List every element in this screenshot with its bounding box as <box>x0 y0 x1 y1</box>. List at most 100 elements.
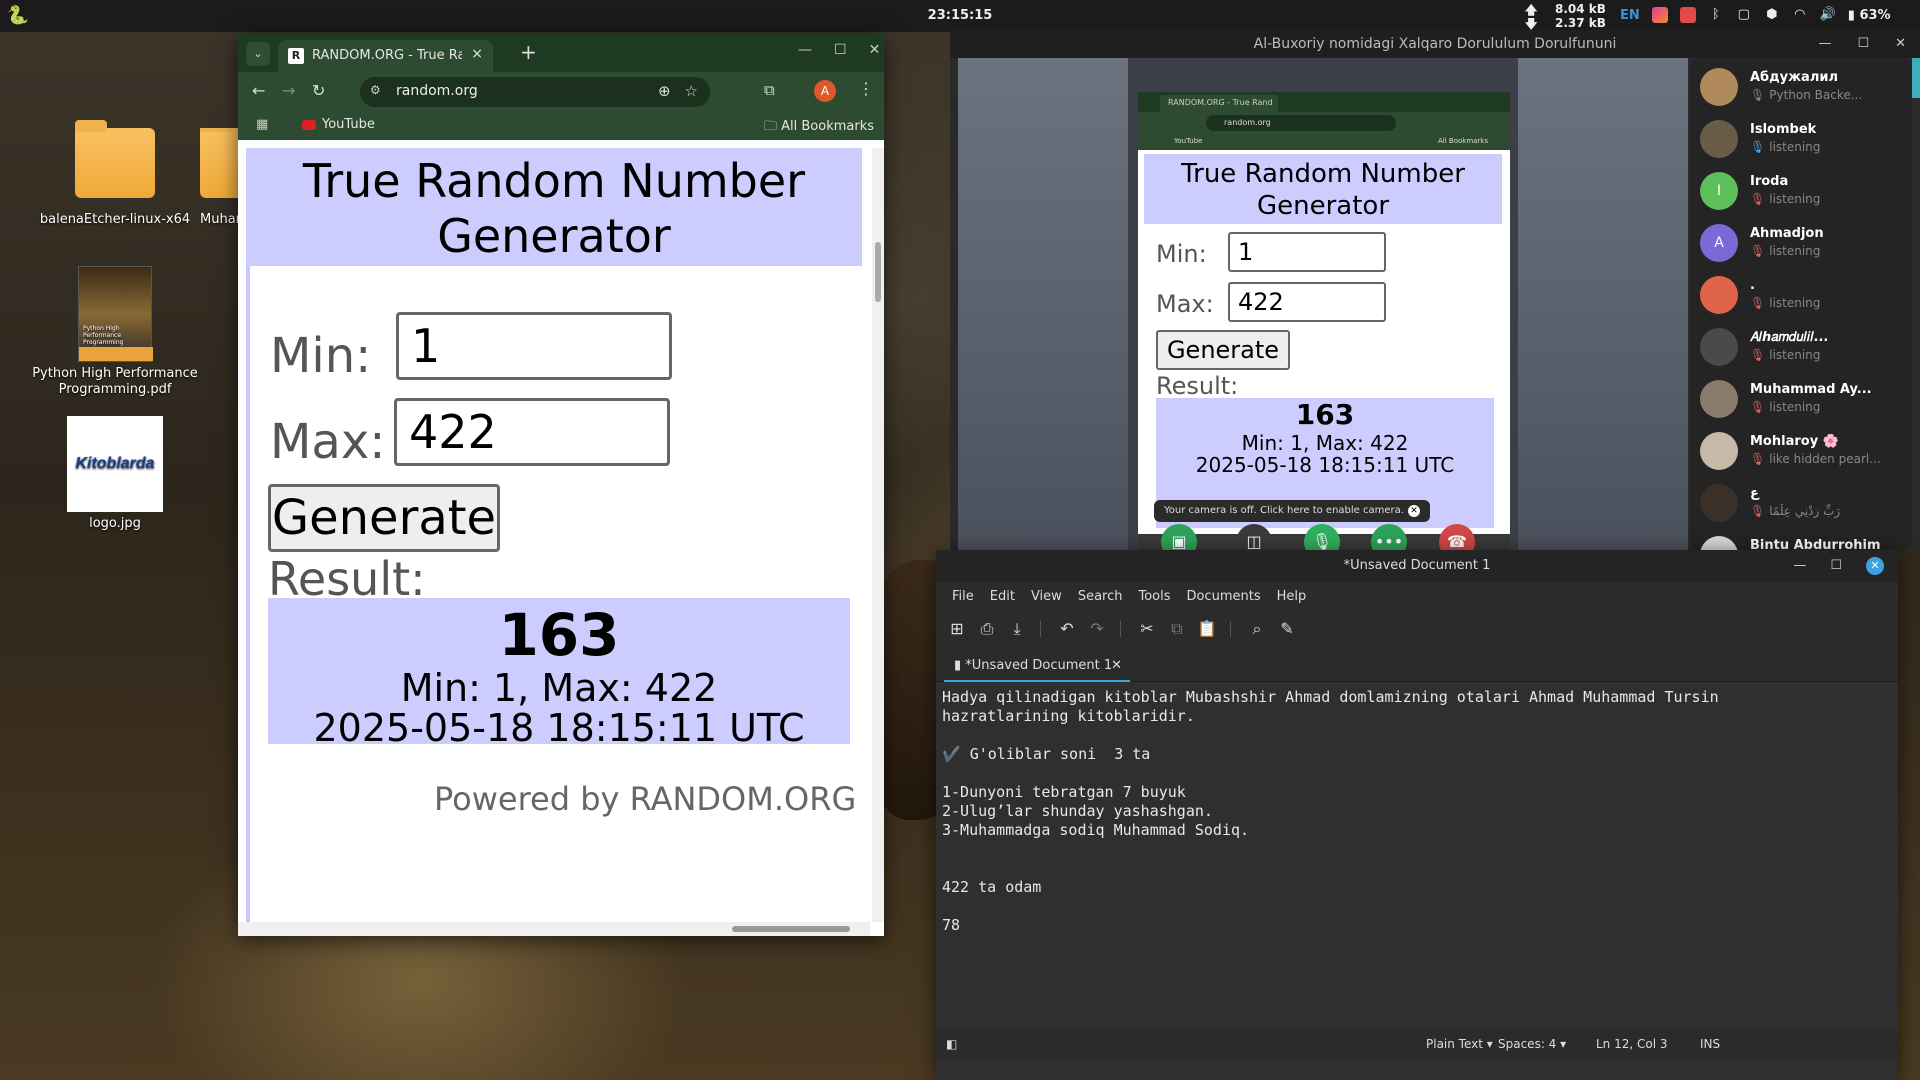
text-line <box>942 726 1898 745</box>
replace-icon[interactable]: ✎ <box>1276 619 1298 638</box>
volume-icon[interactable]: 🔊 <box>1820 7 1836 23</box>
mic-muted-icon: 🎙 <box>1750 296 1766 310</box>
horizontal-scrollbar[interactable] <box>238 922 870 936</box>
tab-random-org[interactable]: R RANDOM.ORG - True Random × <box>278 40 493 72</box>
reload-icon[interactable]: ↻ <box>312 81 325 100</box>
tab-unsaved-document[interactable]: ▮ *Unsaved Document 1 ✕ <box>944 652 1130 682</box>
menu-help[interactable]: Help <box>1269 582 1315 612</box>
app-tray-icon[interactable] <box>1651 7 1668 23</box>
desktop-item-logo[interactable]: Kitoblarda logo.jpg <box>30 416 200 531</box>
close-tab-icon[interactable]: × <box>471 46 483 62</box>
undo-icon[interactable]: ↶ <box>1056 619 1078 638</box>
participant-item[interactable]: Абдужалил 🎙 Python Backe... <box>1690 60 1912 112</box>
minimize-icon[interactable]: — <box>1793 550 1806 582</box>
menu-tools[interactable]: Tools <box>1130 582 1178 612</box>
participant-item[interactable]: 𝐴𝑙ℎ𝑎𝑚𝑑𝑢𝑙𝑖𝑙... 🎙 listening <box>1690 320 1912 372</box>
participant-item[interactable]: A Ahmadjon 🎙 listening <box>1690 216 1912 268</box>
cut-icon[interactable]: ✂ <box>1136 619 1158 638</box>
participant-name: Абдужалил <box>1750 70 1838 85</box>
desktop-item-pdf[interactable]: Python High Performance Programming Pyth… <box>30 266 200 398</box>
min-input[interactable] <box>396 312 672 380</box>
zoom-icon[interactable]: ⊕ <box>658 82 671 100</box>
close-tab-icon[interactable]: ✕ <box>1111 658 1122 673</box>
save-icon[interactable]: ⤓ <box>1006 619 1028 639</box>
tooltip-text: Your camera is off. Click here to enable… <box>1164 505 1404 516</box>
participant-item[interactable]: ع 🎙 رَبِّ زِدْنِي عِلْمًا <box>1690 476 1912 528</box>
close-tooltip-icon[interactable]: ✕ <box>1408 505 1420 517</box>
desktop-item-balenaetcher[interactable]: balenaEtcher-linux-x64 <box>30 120 200 227</box>
language-selector[interactable]: Plain Text ▾ <box>1426 1037 1493 1051</box>
youtube-icon <box>302 119 316 130</box>
menu-documents[interactable]: Documents <box>1179 582 1269 612</box>
back-icon[interactable]: ← <box>252 81 265 100</box>
kebab-menu-icon[interactable]: ⋮ <box>858 79 874 98</box>
open-icon[interactable]: ⎙ <box>976 619 998 639</box>
mic-muted-icon: 🎙 <box>1750 88 1766 102</box>
new-tab-button[interactable]: + <box>520 40 537 64</box>
participant-item[interactable]: Mohlaroy 🌸 🎙 like hidden pearl... <box>1690 424 1912 476</box>
copy-icon[interactable]: ⧉ <box>1166 619 1188 639</box>
menu-search[interactable]: Search <box>1070 582 1131 612</box>
clipboard-icon[interactable]: ▢ <box>1736 7 1752 23</box>
camera-off-tooltip[interactable]: Your camera is off. Click here to enable… <box>1154 500 1430 522</box>
spaces-label: Spaces: 4 <box>1498 1037 1557 1051</box>
apps-grid-icon[interactable]: ▦ <box>256 117 268 132</box>
maximize-icon[interactable]: ☐ <box>1830 550 1842 582</box>
participant-status: 🎙 listening <box>1750 140 1900 154</box>
menu-view[interactable]: View <box>1023 582 1070 612</box>
wifi-icon[interactable]: ◠ <box>1792 7 1808 23</box>
mic-on-icon: 🎙 <box>1750 140 1766 154</box>
bookmark-youtube[interactable]: YouTube <box>302 117 375 132</box>
cursor-position[interactable]: Ln 12, Col 3 <box>1596 1037 1668 1051</box>
desktop-item-label: Python High Performance Programming.pdf <box>32 366 198 397</box>
max-label: Max: <box>270 414 386 470</box>
battery-indicator[interactable]: ▮ 63% <box>1848 8 1891 23</box>
desktop-item-muhamm[interactable]: Muhamm <box>200 128 240 227</box>
generate-button[interactable]: Generate <box>268 484 500 552</box>
close-icon[interactable]: ✕ <box>869 42 881 58</box>
mini-generate-button: Generate <box>1156 330 1290 370</box>
participant-item[interactable]: Muhammad Ay... 🎙 listening <box>1690 372 1912 424</box>
bookmark-star-icon[interactable]: ☆ <box>685 82 698 100</box>
keyboard-layout[interactable]: EN <box>1620 8 1640 23</box>
paste-icon[interactable]: 📋 <box>1196 619 1218 638</box>
powered-by-text[interactable]: Powered by RANDOM.ORG <box>434 780 856 818</box>
status-text: رَبِّ زِدْنِي عِلْمًا <box>1769 504 1841 518</box>
max-input[interactable] <box>394 398 670 466</box>
scroll-thumb[interactable] <box>732 926 850 932</box>
mini-min-label: Min: <box>1156 240 1207 268</box>
extensions-icon[interactable]: ⧉ <box>764 81 775 99</box>
maximize-icon[interactable]: ☐ <box>834 42 847 58</box>
search-icon[interactable]: ⌕ <box>1246 619 1268 639</box>
site-info-icon[interactable]: ⚙ <box>370 83 381 97</box>
maximize-icon[interactable]: ☐ <box>1857 30 1869 58</box>
update-icon[interactable]: ⬢ <box>1764 7 1780 23</box>
scroll-thumb[interactable] <box>875 242 881 302</box>
text-area[interactable]: Hadya qilinadigan kitoblar Mubashshir Ah… <box>936 682 1898 1030</box>
participant-status: 🎙 listening <box>1750 296 1900 310</box>
participant-item[interactable]: . 🎙 listening <box>1690 268 1912 320</box>
close-icon[interactable]: ✕ <box>1866 557 1884 575</box>
close-icon[interactable]: ✕ <box>1895 30 1906 58</box>
indent-selector[interactable]: Spaces: 4 ▾ <box>1498 1037 1566 1051</box>
minimize-icon[interactable]: — <box>798 42 812 58</box>
vertical-scrollbar[interactable] <box>872 148 884 922</box>
bluetooth-icon[interactable]: ᛒ <box>1708 7 1724 23</box>
forward-icon[interactable]: → <box>282 81 295 100</box>
redo-icon[interactable]: ↷ <box>1086 619 1108 638</box>
minimize-icon[interactable]: — <box>1818 30 1831 58</box>
tab-search-button[interactable]: ⌄ <box>246 42 270 66</box>
all-bookmarks[interactable]: 🗀 All Bookmarks <box>764 117 874 139</box>
participant-item[interactable]: Bintu Abdurrohim <box>1690 528 1912 550</box>
participant-item[interactable]: I Iroda 🎙 listening <box>1690 164 1912 216</box>
address-bar[interactable]: ⚙ random.org ⊕ ☆ <box>360 77 710 107</box>
side-panel-icon[interactable]: ◧ <box>946 1037 957 1051</box>
menu-edit[interactable]: Edit <box>982 582 1023 612</box>
shared-screen-preview[interactable]: RANDOM.ORG - True Rand random.org YouTub… <box>1138 92 1510 550</box>
profile-avatar[interactable]: A <box>814 80 836 102</box>
app-tray-icon-2[interactable] <box>1679 7 1696 23</box>
mini-result-range: Min: 1, Max: 422 <box>1241 431 1409 455</box>
participant-item[interactable]: Islombek 🎙 listening <box>1690 112 1912 164</box>
menu-file[interactable]: File <box>944 582 982 612</box>
new-document-icon[interactable]: ⊞ <box>946 619 968 638</box>
